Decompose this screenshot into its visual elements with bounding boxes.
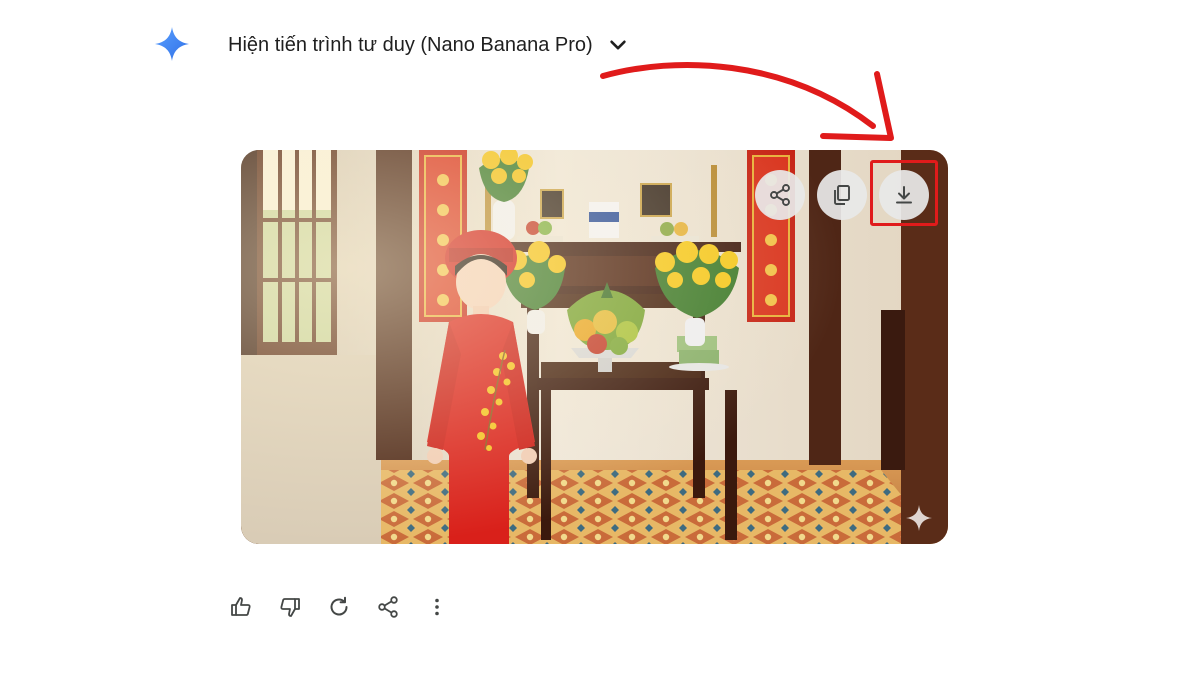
gemini-sparkle-icon bbox=[155, 27, 189, 61]
more-options-button[interactable] bbox=[422, 592, 452, 622]
more-vert-icon bbox=[435, 598, 439, 616]
thumbs-up-icon bbox=[231, 597, 251, 616]
show-thinking-toggle[interactable]: Hiện tiến trình tư duy (Nano Banana Pro) bbox=[228, 30, 629, 60]
good-response-button[interactable] bbox=[226, 592, 256, 622]
share-icon bbox=[378, 596, 398, 618]
share-icon bbox=[770, 184, 790, 206]
annotation-arrow bbox=[600, 61, 894, 141]
share-response-button[interactable] bbox=[373, 592, 403, 622]
thinking-label: Hiện tiến trình tư duy (Nano Banana Pro) bbox=[228, 33, 593, 56]
download-icon bbox=[896, 186, 912, 204]
response-actions bbox=[226, 591, 471, 623]
regenerate-button[interactable] bbox=[324, 592, 354, 622]
thumbs-down-icon bbox=[280, 598, 300, 617]
regenerate-icon bbox=[330, 596, 348, 616]
copy-icon bbox=[834, 185, 850, 205]
chevron-down-icon[interactable] bbox=[607, 34, 629, 56]
bad-response-button[interactable] bbox=[275, 592, 305, 622]
